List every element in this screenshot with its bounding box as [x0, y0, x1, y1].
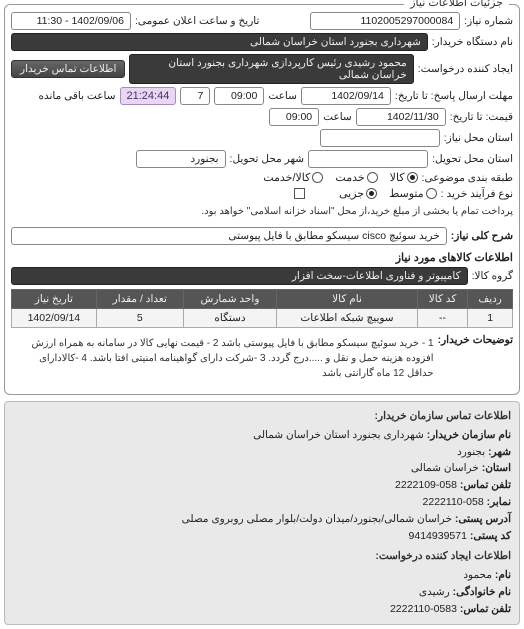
goods-info-title: اطلاعات کالاهای مورد نیاز: [11, 251, 513, 264]
pub-dt-value: 1402/09/06 - 11:30: [11, 12, 131, 30]
phone-k: تلفن تماس:: [460, 603, 511, 615]
deadline-time: 09:00: [214, 87, 264, 105]
city-v: بجنورد: [457, 446, 485, 458]
goods-group-value: کامپیوتر و فناوری اطلاعات-سخت افزار: [11, 267, 468, 285]
postal-v: 9414939571: [409, 530, 467, 542]
remaining-time: 21:24:44: [120, 87, 177, 105]
creator-title: اطلاعات ایجاد کننده درخواست:: [13, 548, 511, 565]
table-header-row: ردیف کد کالا نام کالا واحد شمارش تعداد /…: [12, 290, 513, 309]
deliv-city-value: بجنورد: [136, 150, 226, 168]
panel-title: جزئیات اطلاعات نیاز: [404, 0, 509, 9]
requester-label: ایجاد کننده درخواست:: [418, 63, 513, 75]
table-row: 1 -- سوییچ شبکه اطلاعات دستگاه 5 1402/09…: [12, 309, 513, 328]
need-state-value: [320, 129, 440, 147]
th-name: نام کالا: [277, 290, 418, 309]
phone-v: 0583-2222110: [390, 603, 457, 615]
address-k: آدرس پستی:: [455, 513, 511, 525]
buyer-org-value: شهرداری بجنورد استان خراسان شمالی: [11, 33, 428, 51]
explain-label: توضیحات خریدار:: [438, 334, 513, 346]
tel-k: تلفن تماس:: [460, 479, 511, 491]
remaining-caption: ساعت باقی مانده: [38, 90, 115, 102]
deliv-state-value: [308, 150, 428, 168]
time-label-1: ساعت: [268, 90, 297, 102]
buy-partial-radio[interactable]: جزیی: [339, 187, 377, 200]
contact-title: اطلاعات تماس سازمان خریدار:: [13, 408, 511, 425]
org-name-k: نام سازمان خریدار:: [427, 429, 511, 441]
until-label: قیمت: تا تاریخ:: [450, 111, 513, 123]
fax-k: نمابر:: [487, 496, 511, 508]
radio-icon: [426, 188, 437, 199]
th-qty: تعداد / مقدار: [96, 290, 183, 309]
goods-table: ردیف کد کالا نام کالا واحد شمارش تعداد /…: [11, 289, 513, 328]
cell-unit: دستگاه: [183, 309, 276, 328]
th-date: تاریخ نیاز: [12, 290, 97, 309]
cell-name: سوییچ شبکه اطلاعات: [277, 309, 418, 328]
goods-group-label: گروه کالا:: [472, 270, 513, 282]
th-unit: واحد شمارش: [183, 290, 276, 309]
buy-type-label: نوع فرآیند خرید :: [441, 188, 513, 200]
cell-code: --: [417, 309, 467, 328]
explain-text: 1 - خرید سوئیچ سیسکو مطابق با فایل پیوست…: [11, 336, 434, 381]
until-time: 09:00: [269, 108, 319, 126]
address-v: خراسان شمالی/بجنورد/میدان دولت/بلوار مصل…: [182, 513, 452, 525]
budget-class-label: طبقه بندی موضوعی:: [422, 172, 513, 184]
name-k: نام:: [495, 569, 511, 581]
contact-box: اطلاعات تماس سازمان خریدار: نام سازمان خ…: [4, 401, 520, 625]
need-details-panel: جزئیات اطلاعات نیاز شماره نیاز: 11020052…: [4, 4, 520, 395]
state-v: خراسان شمالی: [411, 462, 479, 474]
buyer-org-label: نام دستگاه خریدار:: [432, 36, 513, 48]
cell-qty: 5: [96, 309, 183, 328]
budget-goods-radio[interactable]: کالا: [390, 171, 418, 184]
postal-k: کد پستی:: [470, 530, 511, 542]
radio-icon: [407, 172, 418, 183]
radio-icon: [367, 172, 378, 183]
family-k: نام خانوادگی:: [453, 586, 511, 598]
budget-goods-services-radio[interactable]: کالا/خدمت: [263, 171, 323, 184]
th-idx: ردیف: [468, 290, 513, 309]
time-label-2: ساعت: [323, 111, 352, 123]
cell-date: 1402/09/14: [12, 309, 97, 328]
cell-idx: 1: [468, 309, 513, 328]
city-k: شهر:: [488, 446, 511, 458]
req-no-label: شماره نیاز:: [464, 15, 513, 27]
deadline-date: 1402/09/14: [301, 87, 391, 105]
buyer-contact-button[interactable]: اطلاعات تماس خریدار: [11, 60, 125, 78]
req-no-value: 1102005297000084: [310, 12, 460, 30]
treasury-checkbox[interactable]: [294, 188, 305, 199]
need-desc-label: شرح کلی نیاز:: [451, 230, 513, 242]
pay-note: پرداخت تمام یا بخشی از مبلغ خرید،از محل …: [201, 206, 513, 217]
pub-dt-label: تاریخ و ساعت اعلان عمومی:: [135, 15, 259, 27]
name-v: محمود: [463, 569, 492, 581]
deliv-state-label: استان محل تحویل:: [432, 153, 513, 165]
family-v: رشیدی: [419, 586, 450, 598]
budget-services-radio[interactable]: خدمت: [335, 171, 377, 184]
until-date: 1402/11/30: [356, 108, 446, 126]
radio-icon: [312, 172, 323, 183]
requester-value: محمود رشیدی رئیس کارپردازی شهرداری بجنور…: [129, 54, 413, 84]
remaining-days: 7: [180, 87, 210, 105]
deliv-city-label: شهر محل تحویل:: [230, 153, 305, 165]
need-state-label: استان محل نیاز:: [444, 132, 513, 144]
buy-average-radio[interactable]: متوسط: [389, 187, 437, 200]
radio-icon: [366, 188, 377, 199]
deadline-label: مهلت ارسال پاسخ: تا تاریخ:: [395, 90, 513, 102]
need-desc-value: خرید سوئیچ cisco سیسکو مطابق با فایل پیو…: [11, 227, 447, 245]
tel-v: 058-2222109: [395, 479, 457, 491]
th-code: کد کالا: [417, 290, 467, 309]
fax-v: 058-2222110: [423, 496, 484, 508]
org-name-v: شهرداری بجنورد استان خراسان شمالی: [253, 429, 424, 441]
state-k: استان:: [482, 462, 511, 474]
